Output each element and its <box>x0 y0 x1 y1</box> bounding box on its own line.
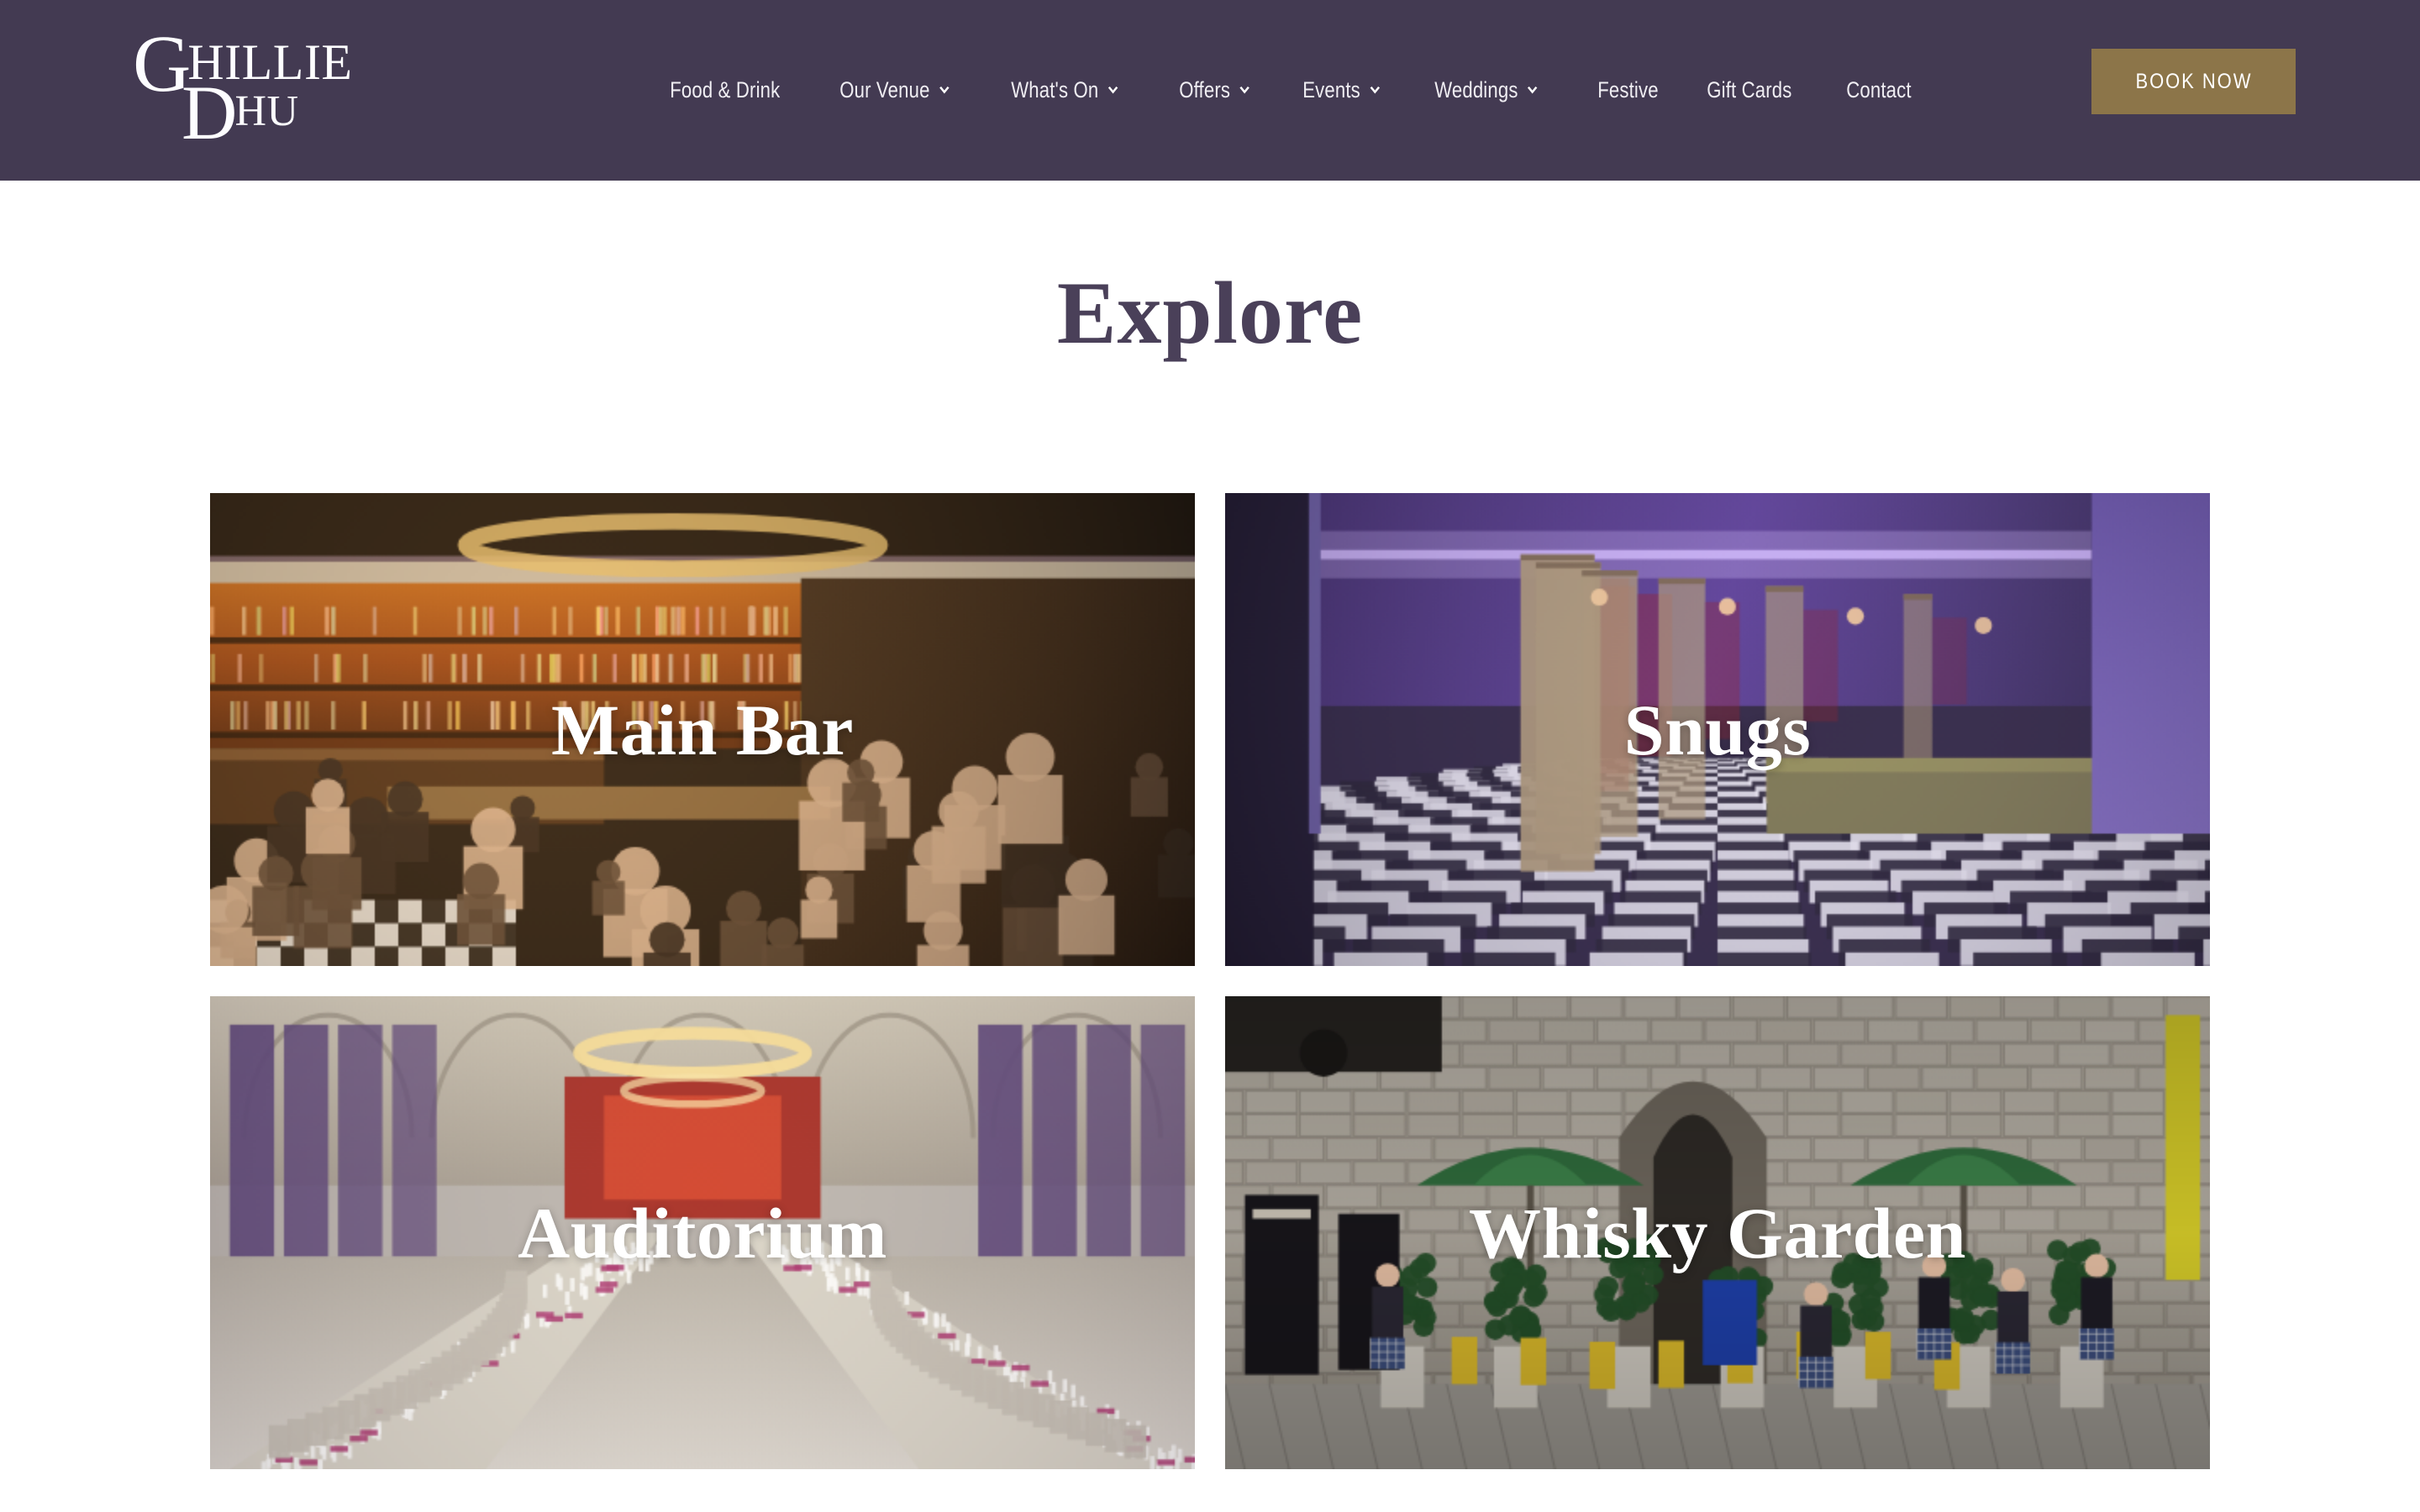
nav-item-weddings[interactable]: Weddings <box>1420 79 1554 102</box>
page-title: Explore <box>1056 264 1364 362</box>
logo-dropcap-d: D <box>182 70 237 155</box>
nav-label: What's On <box>1011 77 1099 102</box>
nav-label: Contact <box>1846 77 1912 102</box>
nav-label: Offers <box>1179 77 1230 102</box>
explore-card-snugs[interactable]: Snugs <box>1225 493 2210 966</box>
logo-text-hu: HU <box>234 87 299 135</box>
chevron-down-icon[interactable] <box>1106 82 1119 99</box>
nav-label: Our Venue <box>839 77 930 102</box>
main-navigation: Food & Drink Our Venue What's On Offers … <box>655 0 1946 181</box>
logo-dropcap-g: G <box>133 18 191 108</box>
nav-item-festive[interactable]: Festive <box>1583 79 1673 102</box>
explore-section: Explore Main Bar Snugs Auditorium Whisky… <box>0 264 2420 1469</box>
site-header: GHILLIE DHU Food & Drink Our Venue What'… <box>0 0 2420 181</box>
nav-item-contact[interactable]: Contact <box>1832 79 1926 102</box>
book-now-button[interactable]: BOOK NOW <box>2091 49 2296 114</box>
chevron-down-icon[interactable] <box>1368 82 1381 99</box>
nav-item-whats-on[interactable]: What's On <box>997 79 1134 102</box>
explore-card-main-bar[interactable]: Main Bar <box>210 493 1195 966</box>
nav-item-gift-cards[interactable]: Gift Cards <box>1692 79 1807 102</box>
chevron-down-icon[interactable] <box>1525 82 1539 99</box>
chevron-down-icon[interactable] <box>1238 82 1251 99</box>
nav-label: Food & Drink <box>670 77 781 102</box>
logo-line-lower: DHU <box>182 74 299 151</box>
explore-card-whisky-garden[interactable]: Whisky Garden <box>1225 996 2210 1469</box>
nav-label: Weddings <box>1434 77 1518 102</box>
whisky-garden-photo <box>1225 996 2210 1469</box>
nav-item-offers[interactable]: Offers <box>1165 79 1266 102</box>
nav-item-food-drink[interactable]: Food & Drink <box>655 79 795 102</box>
nav-label: Festive <box>1597 77 1659 102</box>
auditorium-photo <box>210 996 1195 1469</box>
nav-label: Events <box>1302 77 1361 102</box>
nav-item-our-venue[interactable]: Our Venue <box>825 79 965 102</box>
book-now-label: BOOK NOW <box>2135 69 2252 93</box>
explore-grid: Main Bar Snugs Auditorium Whisky Garden <box>210 493 2210 1469</box>
nav-label: Gift Cards <box>1707 77 1792 102</box>
nav-item-events[interactable]: Events <box>1288 79 1397 102</box>
chevron-down-icon[interactable] <box>938 82 951 99</box>
main-bar-photo <box>210 493 1195 966</box>
ghillie-dhu-logo[interactable]: GHILLIE DHU <box>133 24 352 152</box>
snugs-photo <box>1225 493 2210 966</box>
explore-card-auditorium[interactable]: Auditorium <box>210 996 1195 1469</box>
